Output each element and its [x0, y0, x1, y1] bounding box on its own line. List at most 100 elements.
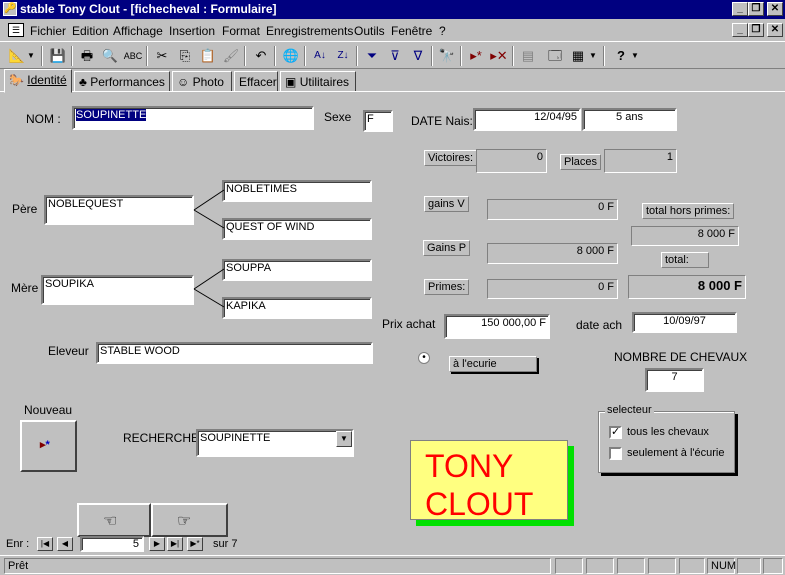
new-record-button[interactable]: ▸* — [20, 420, 77, 472]
mere-field[interactable]: SOUPIKA — [41, 275, 194, 305]
tab-label: Identité — [27, 73, 67, 87]
spelling-icon[interactable]: ABC — [122, 45, 144, 67]
filter-selection-icon[interactable]: ⏷ — [361, 45, 383, 67]
find-icon[interactable]: 🔭 — [436, 45, 458, 67]
ecurie-radio[interactable]: • — [418, 352, 430, 364]
menu-help[interactable]: ? — [439, 24, 446, 38]
paste-icon[interactable]: 📋 — [197, 45, 219, 67]
date-ach-field[interactable]: 10/09/97 — [632, 312, 737, 333]
tab-effacer[interactable]: Effacer — [234, 71, 278, 92]
next-record-icon[interactable]: ▶ — [149, 537, 165, 551]
database-window-icon[interactable]: 🗔 — [544, 45, 566, 67]
save-icon[interactable]: 💾 — [47, 45, 69, 67]
copy-icon[interactable]: ⎘ — [174, 45, 196, 67]
smiley-icon: ☺ — [177, 75, 190, 89]
new-record-icon: ▸* — [40, 439, 50, 451]
record-number-field[interactable]: 5 — [80, 536, 144, 552]
apply-filter-icon[interactable]: ∇ — [407, 45, 429, 67]
menu-format[interactable]: Format — [222, 24, 260, 38]
selecteur-label: selecteur — [605, 404, 654, 416]
filter-form-icon[interactable]: ⊽ — [384, 45, 406, 67]
new-object-icon[interactable]: ▦ — [567, 45, 589, 67]
menu-outils[interactable]: Outils — [354, 24, 385, 38]
print-icon[interactable]: 🖶 — [76, 45, 98, 67]
eleveur-field[interactable]: STABLE WOOD — [96, 342, 373, 364]
tab-label: Utilitaires — [299, 75, 350, 89]
dropdown-arrow-icon[interactable]: ▼ — [26, 45, 36, 67]
status-panel-2 — [586, 558, 614, 574]
pere-mere-field[interactable]: QUEST OF WIND — [222, 218, 372, 240]
sort-descending-icon[interactable]: Z↓ — [332, 45, 354, 67]
prev-record-icon[interactable]: ◀ — [57, 537, 73, 551]
combo-dropdown-icon[interactable]: ▼ — [336, 431, 352, 447]
properties-icon[interactable]: ▤ — [517, 45, 539, 67]
cut-icon[interactable]: ✂ — [151, 45, 173, 67]
menu-enregistrements[interactable]: Enregistrements — [266, 24, 353, 38]
minimize-icon[interactable]: _ — [732, 2, 748, 16]
hand-right-icon: ☞ — [177, 513, 192, 530]
tab-utilitaires[interactable]: ▣ Utilitaires — [280, 71, 356, 92]
pere-pere-field[interactable]: NOBLETIMES — [222, 180, 372, 202]
tab-photo[interactable]: ☺ Photo — [172, 71, 232, 92]
tab-performances[interactable]: ♣ Performances — [74, 71, 170, 92]
gainsv-label: gains V — [424, 196, 469, 212]
prev-hand-button[interactable]: ☜ — [77, 503, 151, 537]
restore-icon[interactable]: ❐ — [748, 2, 764, 16]
seulement-checkbox[interactable] — [609, 447, 622, 460]
num-lock-indicator: NUM — [707, 558, 736, 574]
nombre-chevaux-label: NOMBRE DE CHEVAUX — [614, 350, 748, 364]
doc-restore-icon[interactable]: ❐ — [748, 23, 764, 37]
nom-field[interactable]: SOUPINETTE — [72, 106, 314, 130]
tab-identite[interactable]: 🐎 Identité — [4, 69, 72, 93]
menu-fichier[interactable]: Fichier — [30, 24, 66, 38]
new-record-icon[interactable]: ▸* — [465, 45, 487, 67]
status-panel-4 — [648, 558, 676, 574]
recherche-combo[interactable]: SOUPINETTE — [196, 429, 354, 457]
sexe-label: Sexe — [324, 110, 352, 124]
undo-icon[interactable]: ↶ — [250, 45, 272, 67]
places-value: 1 — [604, 149, 677, 173]
delete-record-icon[interactable]: ▸✕ — [488, 45, 510, 67]
print-preview-icon[interactable]: 🔍 — [99, 45, 121, 67]
help-icon[interactable]: ? — [610, 45, 632, 67]
menu-edition[interactable]: Edition — [72, 24, 109, 38]
doc-minimize-icon[interactable]: _ — [732, 23, 748, 37]
date-nais-field[interactable]: 12/04/95 — [473, 108, 581, 131]
recherche-label: RECHERCHE — [123, 431, 200, 445]
hyperlink-icon[interactable]: 🌐 — [280, 45, 302, 67]
toolbar-options-icon[interactable]: ▼ — [630, 45, 640, 67]
design-view-icon[interactable]: 📐 — [6, 45, 28, 67]
next-hand-button[interactable]: ☞ — [151, 503, 228, 537]
age-field[interactable]: 5 ans — [582, 108, 677, 131]
gainsp-label: Gains P — [423, 240, 471, 256]
date-ach-label: date ach — [576, 318, 623, 332]
format-painter-icon[interactable]: 🖌 — [220, 45, 242, 67]
close-icon[interactable]: ✕ — [767, 2, 783, 16]
new-object-dropdown-icon[interactable]: ▼ — [588, 45, 598, 67]
sexe-field[interactable]: F — [363, 110, 393, 132]
mere-pere-field[interactable]: SOUPPA — [222, 259, 372, 281]
status-panel-5 — [679, 558, 705, 574]
first-record-icon[interactable]: |◀ — [37, 537, 53, 551]
last-record-icon[interactable]: ▶| — [167, 537, 183, 551]
tab-label: Effacer — [239, 75, 277, 89]
form-icon[interactable]: ☰ — [8, 23, 24, 37]
status-panel-6 — [737, 558, 761, 574]
nombre-chevaux-field[interactable]: 7 — [645, 368, 704, 392]
eleveur-label: Eleveur — [48, 344, 89, 358]
new-nav-record-icon[interactable]: ▶* — [187, 537, 203, 551]
status-text: Prêt — [4, 558, 551, 574]
menu-insertion[interactable]: Insertion — [169, 24, 215, 38]
sort-ascending-icon[interactable]: A↓ — [309, 45, 331, 67]
tous-checkbox[interactable]: ✓ — [609, 426, 622, 439]
prix-achat-field[interactable]: 150 000,00 F — [444, 314, 550, 339]
doc-close-icon[interactable]: ✕ — [767, 23, 783, 37]
tony-clout-logo: TONY CLOUT — [410, 440, 568, 520]
toolbar: 📐 ▼ 💾 🖶 🔍 ABC ✂ ⎘ 📋 🖌 ↶ 🌐 A↓ Z↓ ⏷ ⊽ ∇ 🔭 … — [0, 41, 785, 69]
menu-affichage[interactable]: Affichage — [113, 24, 163, 38]
menu-fenetre[interactable]: Fenêtre — [391, 24, 432, 38]
primes-label: Primes: — [424, 279, 470, 295]
menu-bar: ☰ Fichier Edition Affichage Insertion Fo… — [0, 20, 785, 40]
pere-field[interactable]: NOBLEQUEST — [44, 195, 194, 225]
mere-mere-field[interactable]: KAPIKA — [222, 297, 372, 319]
